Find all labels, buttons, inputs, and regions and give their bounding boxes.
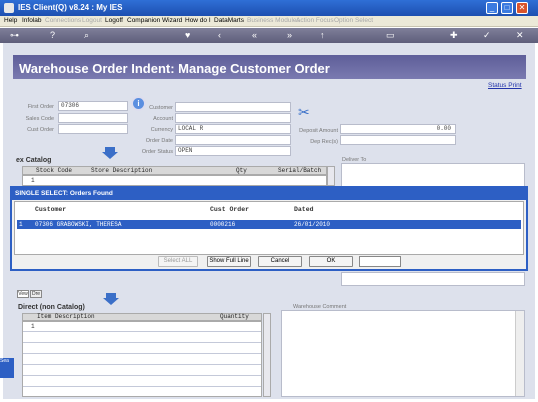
order-status-field[interactable]: OPEN <box>175 146 291 156</box>
direct-grid-body: 1 <box>22 321 262 397</box>
deposit-amount-field[interactable]: 0.00 <box>340 124 456 134</box>
show-full-line-button[interactable]: Show Full Line <box>207 256 251 267</box>
col-cust-order: Cust Order <box>210 206 250 213</box>
window-title: IES Client(Q) v8.24 : My IES <box>18 3 123 12</box>
deposit-amount-label: Deposit Amount <box>299 128 338 134</box>
menu-connections[interactable]: Connections <box>45 17 81 24</box>
minimize-button[interactable]: _ <box>486 2 498 14</box>
row-cust-order: 0000216 <box>210 221 236 228</box>
col-stock-code: Stock Code <box>36 167 73 174</box>
menu-logout[interactable]: Logout <box>82 17 102 24</box>
check-icon[interactable]: ✓ <box>483 30 491 41</box>
direct-grid-header: Item Description Quantity <box>22 313 262 321</box>
order-date-field[interactable] <box>175 135 291 145</box>
tab-dre[interactable]: Dre <box>30 290 42 298</box>
table-row[interactable]: 1 07306 GRABOWSKI, THERESA 0000216 26/01… <box>17 220 521 229</box>
search-input[interactable] <box>359 256 401 267</box>
sales-code-field[interactable] <box>58 113 128 123</box>
account-field[interactable] <box>175 113 291 123</box>
down-arrow-icon <box>102 147 118 159</box>
col-quantity: Quantity <box>220 313 249 320</box>
menu-companion[interactable]: Companion <box>127 17 160 24</box>
direct-row-number: 1 <box>31 323 35 330</box>
tab-view[interactable]: Vew <box>17 290 29 298</box>
status-print-link[interactable]: Status Print <box>488 82 522 89</box>
forward-fast-icon[interactable]: » <box>287 30 292 41</box>
menu-business-modules[interactable]: Business Modules <box>247 17 300 24</box>
deliver-to-field-lower[interactable] <box>341 272 525 286</box>
menu-help[interactable]: Help <box>4 17 17 24</box>
customer-label: Customer <box>149 105 173 111</box>
currency-label: Currency <box>150 127 173 133</box>
search-icon[interactable]: ⌕ <box>84 30 89 41</box>
first-order-label: First Order <box>27 104 54 110</box>
catalog-row-number: 1 <box>31 177 35 184</box>
menu-bar: Help Infolab Connections Logout Logoff C… <box>0 16 538 27</box>
col-qty: Qty <box>236 167 247 174</box>
help-icon[interactable]: ? <box>50 30 55 41</box>
back-icon[interactable]: ‹ <box>218 30 221 41</box>
order-date-label: Order Date <box>145 138 173 144</box>
warehouse-comment-field[interactable] <box>281 310 525 397</box>
first-order-field[interactable]: 07306 <box>58 101 128 111</box>
dialog-title: SINGLE SELECT: Orders Found <box>12 188 526 200</box>
catalog-grid-header: Stock Code Store Description Qty Serial/… <box>22 166 327 175</box>
menu-wizard[interactable]: Wizard <box>162 17 182 24</box>
down-arrow-icon-2 <box>103 293 119 305</box>
sales-code-label: Sales Code <box>25 116 54 122</box>
title-bar: IES Client(Q) v8.24 : My IES _ □ ✕ <box>0 0 538 16</box>
cust-order-field[interactable] <box>58 124 128 134</box>
comment-scrollbar[interactable] <box>515 311 524 396</box>
menu-action-focus[interactable]: Action Focus <box>296 17 334 24</box>
side-tab[interactable]: Sea <box>0 358 14 378</box>
row-number: 1 <box>19 221 23 228</box>
menu-infolab[interactable]: Infolab <box>22 17 42 24</box>
order-status-label: Order Status <box>141 149 173 155</box>
menu-logoff[interactable]: Logoff <box>105 17 123 24</box>
menu-how-do-i[interactable]: How do I <box>185 17 211 24</box>
select-all-button[interactable]: Select ALL <box>158 256 198 267</box>
catalog-grid-body: 1 <box>22 175 327 186</box>
ok-button[interactable]: OK <box>309 256 353 267</box>
page-title: Warehouse Order Indent: Manage Customer … <box>13 55 526 79</box>
key-icon[interactable]: ⊶ <box>10 30 19 41</box>
customer-field[interactable] <box>175 102 291 112</box>
catalog-scrollbar[interactable] <box>327 166 335 186</box>
row-customer: 07306 GRABOWSKI, THERESA <box>35 221 122 228</box>
direct-scrollbar[interactable] <box>263 313 271 397</box>
up-icon[interactable]: ↑ <box>320 30 325 41</box>
heart-icon[interactable]: ♥ <box>185 30 190 41</box>
row-dated: 26/01/2010 <box>294 221 331 228</box>
col-customer: Customer <box>35 206 67 213</box>
print-icon[interactable]: ▭ <box>386 30 395 41</box>
cust-order-label: Cust Order <box>27 127 54 133</box>
close-window-button[interactable]: ✕ <box>516 2 528 14</box>
orders-found-dialog: SINGLE SELECT: Orders Found Customer Cus… <box>10 186 528 271</box>
dep-receipt-field[interactable] <box>340 135 456 145</box>
app-icon <box>4 3 14 13</box>
back-fast-icon[interactable]: « <box>252 30 257 41</box>
orders-list: Customer Cust Order Dated 1 07306 GRABOW… <box>14 201 524 255</box>
dep-receipt-label: Dep Rec(s) <box>310 139 338 145</box>
close-icon[interactable]: ✕ <box>516 30 524 41</box>
menu-datamarts[interactable]: DataMarts <box>214 17 244 24</box>
cancel-button[interactable]: Cancel <box>258 256 302 267</box>
col-serial-batch: Serial/Batch <box>278 167 322 174</box>
maximize-button[interactable]: □ <box>501 2 513 14</box>
col-item-description: Item Description <box>37 313 95 320</box>
menu-option-select[interactable]: Option Select <box>334 17 373 24</box>
catalog-section-title: ex Catalog <box>16 157 52 164</box>
tools-icon[interactable]: ✂ <box>298 104 316 120</box>
currency-field[interactable]: LOCAL R <box>175 124 291 134</box>
col-dated: Dated <box>294 206 314 213</box>
plus-icon[interactable]: ✚ <box>450 30 458 41</box>
direct-section-title: Direct (non Catalog) <box>18 304 85 311</box>
toolbar: ⊶ ? ⌕ ♥ ‹ « » ↑ ▭ ✚ ✓ ✕ <box>0 28 538 43</box>
account-label: Account <box>153 116 173 122</box>
col-store-description: Store Description <box>91 167 153 174</box>
deliver-to-field[interactable] <box>341 163 525 187</box>
